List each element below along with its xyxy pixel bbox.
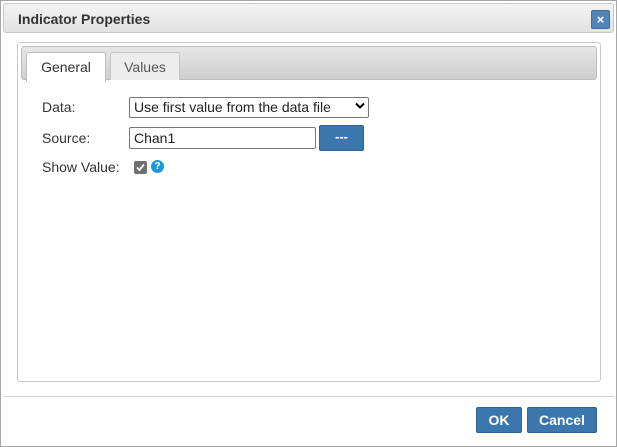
close-button[interactable]: × [591,10,610,29]
browse-source-button[interactable]: --- [319,125,364,151]
tab-values[interactable]: Values [110,52,180,80]
dialog-title: Indicator Properties [18,11,151,27]
tab-panel: General Values Data: Use first value fro… [17,42,601,382]
data-label: Data: [42,99,76,115]
close-icon: × [596,12,605,27]
source-input[interactable] [129,127,316,149]
show-value-checkbox[interactable] [134,161,147,174]
source-label: Source: [42,130,91,146]
dialog-titlebar[interactable]: Indicator Properties × [3,3,614,33]
data-select[interactable]: Use first value from the data file [129,97,369,118]
indicator-properties-dialog: Indicator Properties × General Values Da… [0,0,617,447]
show-value-label: Show Value: [42,159,120,175]
ok-button[interactable]: OK [476,407,522,433]
tab-general[interactable]: General [26,52,106,82]
cancel-button[interactable]: Cancel [527,407,597,433]
data-select-value: Use first value from the data file [134,99,331,115]
checkmark-icon [136,163,145,172]
footer-divider [3,396,614,397]
tab-bar: General Values [21,46,597,82]
chevron-down-icon [355,98,365,117]
help-icon[interactable]: ? [151,160,164,173]
